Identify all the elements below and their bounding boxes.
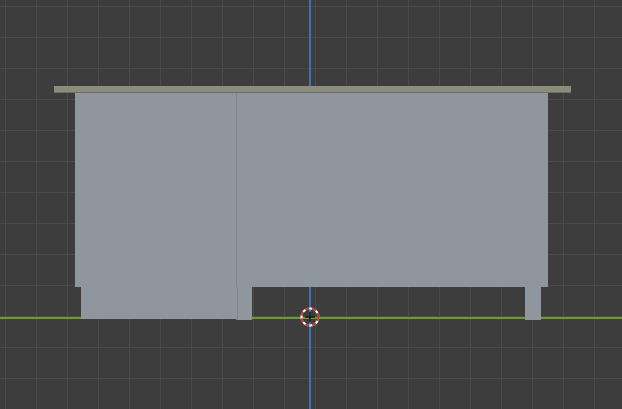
3d-viewport[interactable] <box>0 0 622 409</box>
cabinet-body[interactable] <box>75 93 548 287</box>
cabinet-countertop[interactable] <box>54 86 571 93</box>
inner-leg[interactable] <box>237 287 252 320</box>
3d-cursor-icon[interactable] <box>300 307 320 327</box>
left-pedestal[interactable] <box>81 287 237 319</box>
right-leg[interactable] <box>525 287 541 320</box>
cabinet-divider-line <box>236 93 237 320</box>
